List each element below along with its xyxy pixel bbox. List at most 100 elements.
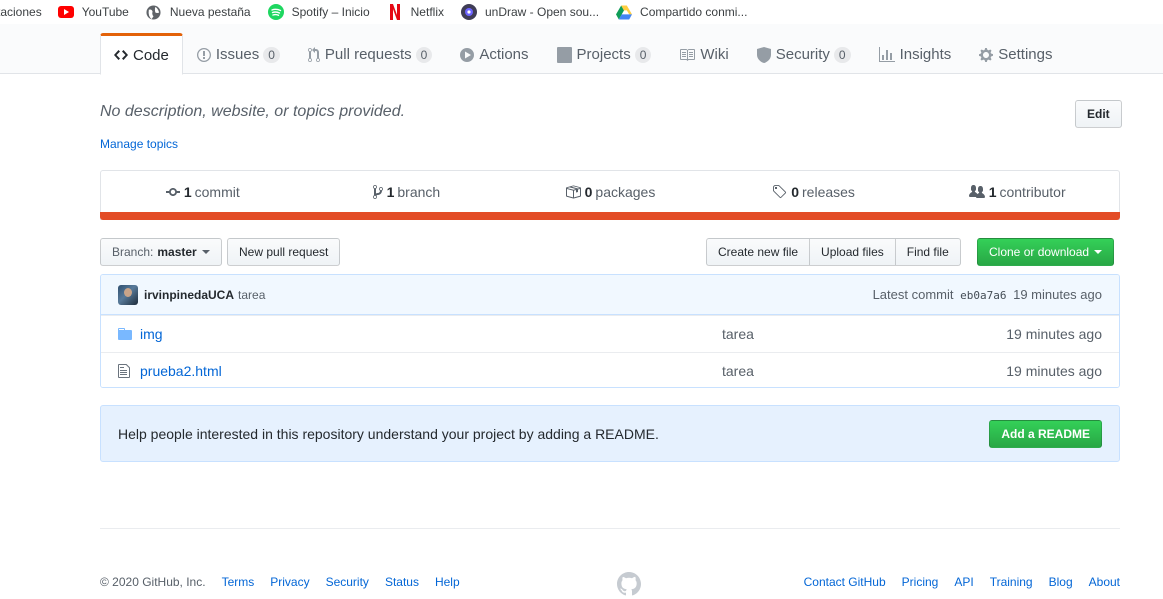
clone-or-download-button[interactable]: Clone or download [977,238,1115,266]
edit-description-button[interactable]: Edit [1075,100,1122,128]
footer-right-links: Contact GitHub Pricing API Training Blog… [804,575,1120,589]
file-icon [118,363,134,379]
tab-insights[interactable]: Insights [865,33,966,74]
upload-files-button[interactable]: Upload files [809,238,896,266]
tag-icon [772,184,787,200]
branch-prefix: Branch: [112,245,154,259]
add-readme-button[interactable]: Add a README [989,419,1102,448]
branch-name: master [157,245,197,259]
netflix-icon [387,4,403,20]
footer-divider [100,528,1120,529]
file-name-link[interactable]: prueba2.html [140,363,722,379]
book-icon [679,47,696,63]
bookmark-label: YouTube [81,5,129,19]
people-icon [968,184,985,200]
file-commit-message[interactable]: tarea [722,326,754,342]
drive-icon [616,4,633,20]
commit-author[interactable]: irvinpinedaUCA [144,288,234,302]
tab-projects[interactable]: Projects 0 [543,33,666,74]
shield-icon [756,46,771,63]
packages-count: 0 [584,183,593,200]
package-icon [565,184,581,200]
bookmark-compartido[interactable]: Compartido conmi... [616,4,747,20]
footer-link-training[interactable]: Training [990,575,1033,589]
github-mark-icon[interactable] [617,572,641,596]
chevron-down-icon [1094,250,1103,254]
commit-sha[interactable]: eb0a7a6 [960,289,1006,302]
commit-tease: irvinpinedaUCA tarea Latest commit eb0a7… [101,275,1119,315]
contributors-summary[interactable]: 1 contributor [915,171,1119,212]
pull-requests-counter: 0 [415,46,433,63]
tab-code[interactable]: Code [100,33,183,75]
new-pull-request-button[interactable]: New pull request [227,238,341,266]
footer-link-terms[interactable]: Terms [222,575,255,589]
tab-label: Security [775,46,830,63]
tab-actions[interactable]: Actions [446,33,542,74]
packages-summary[interactable]: 0 packages [508,171,712,212]
tab-security[interactable]: Security 0 [743,33,865,74]
footer-link-status[interactable]: Status [385,575,419,589]
youtube-icon [57,4,74,20]
file-commit-message[interactable]: tarea [722,363,754,379]
file-age: 19 minutes ago [1006,326,1102,342]
tab-issues[interactable]: Issues 0 [183,33,294,74]
commits-summary[interactable]: 1 commit [101,171,305,212]
pull-request-icon [307,46,320,63]
bookmark-nueva-pestana[interactable]: Nueva pestaña [146,4,251,20]
footer-link-about[interactable]: About [1089,575,1120,589]
footer: © 2020 GitHub, Inc. Terms Privacy Securi… [100,573,1120,591]
table-row: img tarea 19 minutes ago [101,315,1119,352]
chevron-down-icon [201,250,210,254]
latest-commit: Latest commit eb0a7a6 19 minutes ago [873,287,1102,302]
bookmark-label: Nueva pestaña [169,5,251,19]
bookmark-spotify[interactable]: Spotify – Inicio [267,4,370,20]
gear-icon [979,47,994,63]
create-new-file-button[interactable]: Create new file [706,238,811,266]
readme-prompt-text: Help people interested in this repositor… [118,425,659,442]
copyright: © 2020 GitHub, Inc. [100,575,206,589]
bookmark-label: taciones [0,5,42,19]
latest-commit-label: Latest commit [872,287,954,302]
bookmark-youtube[interactable]: YouTube [57,4,129,20]
footer-link-pricing[interactable]: Pricing [902,575,939,589]
commit-message[interactable]: tarea [238,288,265,302]
tab-wiki[interactable]: Wiki [665,33,742,74]
project-icon [556,46,572,63]
footer-link-contact[interactable]: Contact GitHub [804,575,886,589]
bookmark-netflix[interactable]: Netflix [387,4,444,20]
branches-summary[interactable]: 1 branch [305,171,509,212]
file-actions-group: Create new file Upload files Find file [706,238,961,266]
tab-label: Issues [215,46,260,63]
tab-settings[interactable]: Settings [965,33,1066,74]
language-bar[interactable] [100,212,1120,220]
folder-icon [118,326,134,342]
bookmark-label: Compartido conmi... [640,5,748,19]
avatar[interactable] [118,284,138,305]
branches-label: branch [397,183,441,200]
footer-link-blog[interactable]: Blog [1049,575,1073,589]
contributors-label: contributor [999,183,1066,200]
globe-icon [146,4,162,20]
graph-icon [878,46,895,63]
branch-select-button[interactable]: Branch: master [100,238,222,266]
contributors-count: 1 [988,183,997,200]
commits-label: commit [194,183,240,200]
footer-link-help[interactable]: Help [435,575,460,589]
bookmarks-bar: taciones YouTube Nueva pestaña Spotify –… [0,0,1163,24]
tab-label: Pull requests [324,46,412,63]
code-icon [114,47,128,63]
find-file-button[interactable]: Find file [894,238,961,266]
issues-counter: 0 [263,46,280,63]
file-age: 19 minutes ago [1006,363,1102,379]
bookmark-item[interactable]: taciones [0,4,42,20]
manage-topics-link[interactable]: Manage topics [100,137,178,151]
footer-link-api[interactable]: API [954,575,973,589]
bookmark-undraw[interactable]: unDraw - Open sou... [460,4,599,20]
repo-description: No description, website, or topics provi… [100,103,406,120]
releases-summary[interactable]: 0 releases [712,171,916,212]
footer-link-security[interactable]: Security [326,575,369,589]
tab-pull-requests[interactable]: Pull requests 0 [294,33,446,74]
file-name-link[interactable]: img [140,326,722,342]
releases-label: releases [802,183,855,200]
footer-link-privacy[interactable]: Privacy [270,575,309,589]
